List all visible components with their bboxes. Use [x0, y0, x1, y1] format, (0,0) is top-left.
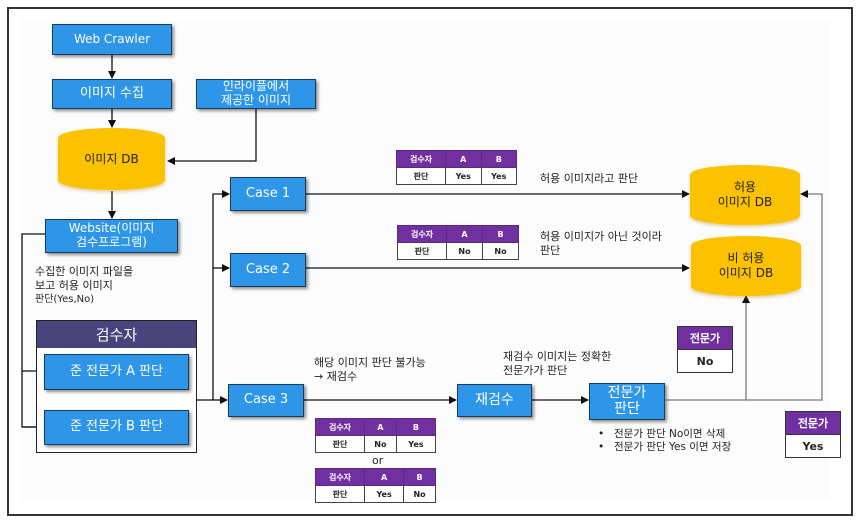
- expert-judge-line-2: 판단: [614, 400, 640, 417]
- expert-table-value: No: [677, 349, 733, 373]
- expert-judge-line-1: 전문가: [607, 385, 647, 402]
- or-label: or: [372, 454, 384, 467]
- expert-notes-list: 전문가 판단 No이면 삭제 전문가 판단 Yes 이면 저장: [598, 428, 731, 454]
- case3-desc-line-2: → 재검수: [314, 370, 358, 383]
- table-header-b: B: [482, 225, 519, 243]
- website-desc-line-3: 판단(Yes,No): [35, 294, 95, 305]
- table-header-a: A: [364, 418, 397, 436]
- recheck-desc-line-1: 재검수 이미지는 정확한: [503, 350, 612, 363]
- recheck-description: 재검수 이미지는 정확한 전문가가 판단: [503, 350, 611, 378]
- table-value-b: No: [482, 242, 519, 260]
- case2-desc-line-1: 허용 이미지가 아닌 것이라: [540, 230, 662, 243]
- table-row-label: 판단: [315, 485, 365, 503]
- expert-no-table: 전문가 No: [677, 326, 733, 373]
- case3-judgment-table-2: 검수자 A B 판단 Yes No: [315, 468, 436, 503]
- reviewer-b-box: 준 전문가 B 판단: [44, 410, 189, 445]
- table-header-b: B: [403, 468, 436, 486]
- web-crawler-box: Web Crawler: [52, 24, 172, 55]
- table-header-reviewer: 검수자: [397, 225, 447, 243]
- reviewer-group-title: 검수자: [37, 321, 196, 348]
- website-line-1: Website(이미지: [68, 221, 155, 236]
- inlaiple-images-box: 인라이플에서 제공한 이미지: [196, 79, 316, 109]
- inlaiple-line-1: 인라이플에서: [222, 79, 290, 94]
- table-row-label: 판단: [396, 167, 446, 185]
- inlaiple-line-2: 제공한 이미지: [220, 93, 292, 107]
- expert-yes-table: 전문가 Yes: [785, 411, 841, 458]
- case1-box: Case 1: [230, 177, 306, 211]
- expert-table-value: Yes: [785, 434, 841, 458]
- not-allowed-db-line-2: 이미지 DB: [718, 266, 774, 280]
- table-value-a: Yes: [363, 485, 405, 503]
- expert-table-header: 전문가: [677, 326, 733, 350]
- table-value-a: No: [364, 435, 397, 453]
- website-desc-line-1: 수집한 이미지 파일을: [35, 265, 134, 278]
- case2-desc-line-2: 판단: [540, 244, 561, 257]
- case3-box: Case 3: [228, 384, 304, 417]
- case2-judgment-table: 검수자 A B 판단 No No: [397, 225, 519, 260]
- recheck-box: 재검수: [457, 384, 532, 417]
- table-header-a: A: [363, 468, 405, 486]
- website-box: Website(이미지 검수프로그램): [45, 219, 178, 253]
- table-row-label: 판단: [315, 435, 365, 453]
- case1-description: 허용 이미지라고 판단: [540, 172, 639, 185]
- table-header-reviewer: 검수자: [315, 418, 365, 436]
- branch-trunk: [197, 190, 230, 401]
- allowed-db-line-2: 이미지 DB: [717, 195, 773, 209]
- table-header-a: A: [445, 150, 482, 168]
- not-allowed-db-line-1: 비 허용: [727, 251, 765, 265]
- expert-note-yes: 전문가 판단 Yes 이면 저장: [598, 441, 731, 454]
- table-header-reviewer: 검수자: [315, 468, 365, 486]
- arrow-expert-yes-to-allowed-db: [746, 190, 823, 401]
- case3-desc-line-1: 해당 이미지 판단 불가능: [314, 356, 426, 369]
- website-description: 수집한 이미지 파일을 보고 허용 이미지 판단(Yes,No): [35, 265, 133, 307]
- table-header-b: B: [480, 150, 517, 168]
- expert-note-no: 전문가 판단 No이면 삭제: [598, 428, 731, 441]
- case2-description: 허용 이미지가 아닌 것이라 판단: [540, 230, 662, 258]
- table-value-b: Yes: [395, 435, 437, 453]
- table-row-label: 판단: [397, 242, 447, 260]
- table-header-a: A: [446, 225, 483, 243]
- image-db-cylinder: 이미지 DB: [58, 128, 165, 190]
- expert-table-header: 전문가: [785, 411, 841, 435]
- table-value-b: Yes: [480, 167, 517, 185]
- table-value-a: Yes: [445, 167, 482, 185]
- case3-judgment-table-1: 검수자 A B 판단 No Yes: [315, 418, 437, 453]
- arrow-inlaiple-to-db: [167, 109, 257, 165]
- recheck-desc-line-2: 전문가가 판단: [503, 364, 568, 377]
- allowed-db-line-1: 허용: [733, 180, 757, 194]
- expert-note-yes-text: 전문가 판단 Yes 이면 저장: [614, 441, 732, 453]
- table-value-b: No: [403, 485, 436, 503]
- expert-judge-box: 전문가 판단: [589, 383, 665, 420]
- image-collect-box: 이미지 수집: [52, 79, 172, 109]
- website-line-2: 검수프로그램): [76, 235, 147, 249]
- reviewer-a-box: 준 전문가 A 판단: [44, 354, 189, 390]
- not-allowed-db-cylinder: 비 허용 이미지 DB: [691, 236, 801, 296]
- expert-note-no-text: 전문가 판단 No이면 삭제: [614, 428, 726, 440]
- website-desc-line-2: 보고 허용 이미지: [35, 279, 113, 292]
- case3-description: 해당 이미지 판단 불가능 → 재검수: [314, 356, 426, 384]
- table-header-reviewer: 검수자: [396, 150, 446, 168]
- case1-judgment-table: 검수자 A B 판단 Yes Yes: [396, 150, 517, 185]
- table-value-a: No: [446, 242, 483, 260]
- case2-box: Case 2: [230, 253, 306, 287]
- allowed-db-cylinder: 허용 이미지 DB: [690, 165, 800, 225]
- table-header-b: B: [395, 418, 437, 436]
